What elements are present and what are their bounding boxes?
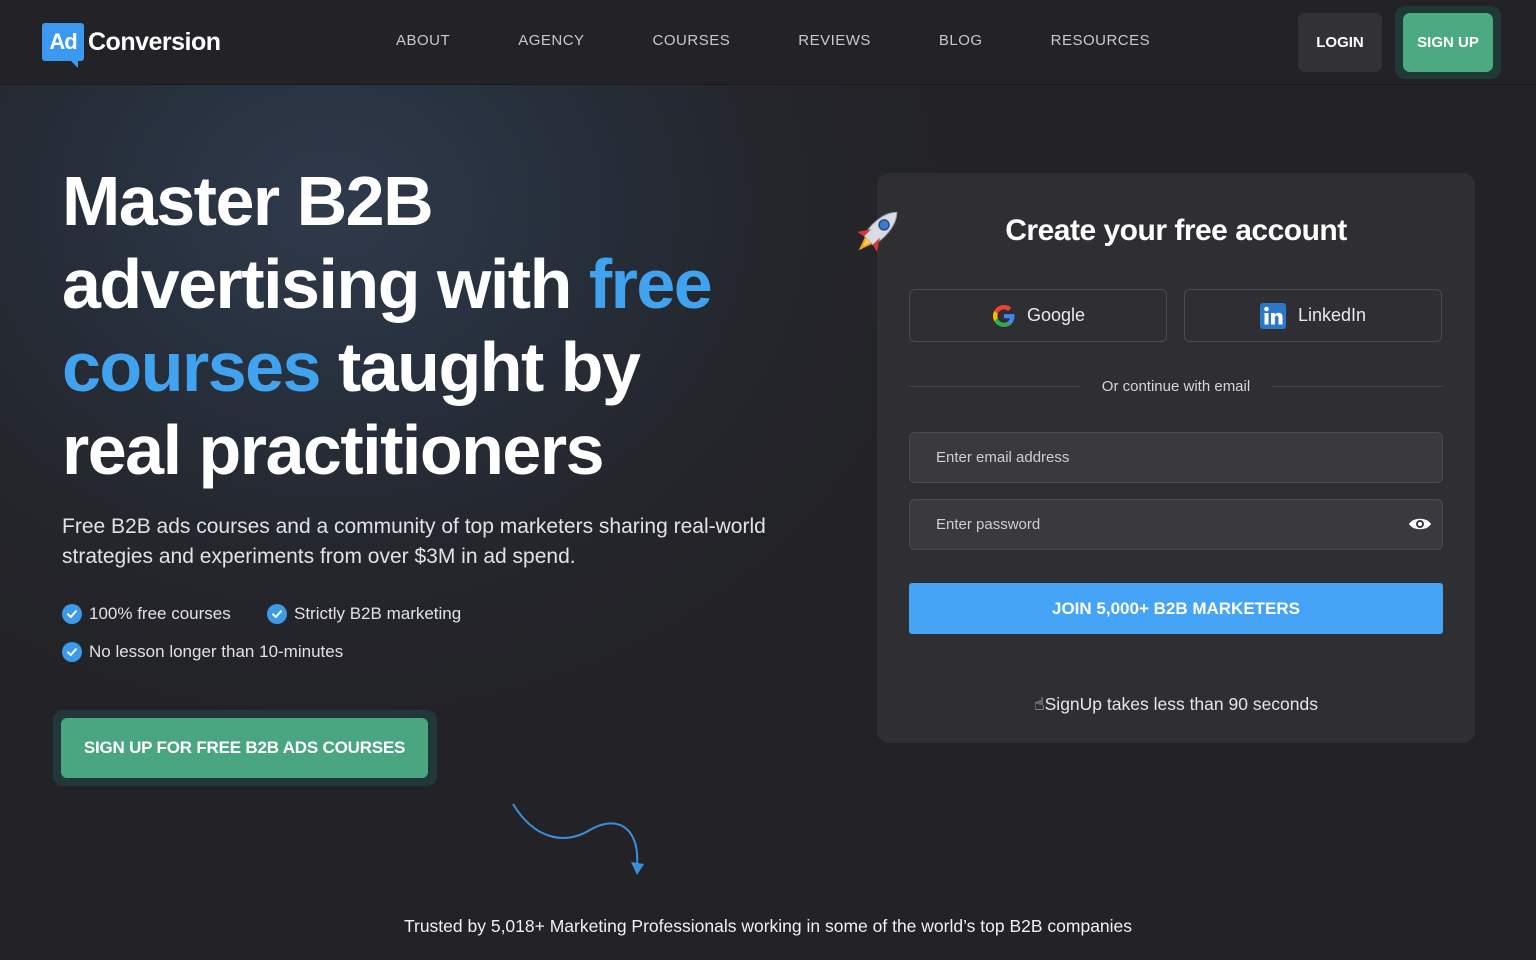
email-field[interactable] xyxy=(909,432,1443,483)
google-icon xyxy=(991,303,1017,329)
feature-label: Strictly B2B marketing xyxy=(294,604,462,623)
card-title: Create your free account xyxy=(1005,214,1347,247)
password-field[interactable] xyxy=(909,499,1443,550)
headline-line-4: real practitioners xyxy=(62,411,605,489)
nav-link-blog[interactable]: BLOG xyxy=(939,32,983,49)
feature-label: No lesson longer than 10-minutes xyxy=(89,642,344,661)
check-icon xyxy=(62,642,82,662)
eye-icon[interactable] xyxy=(1408,514,1432,539)
feature-item: Strictly B2B marketing xyxy=(267,604,461,624)
divider-text: Or continue with email xyxy=(1101,378,1251,395)
check-icon xyxy=(267,604,287,624)
curved-arrow-icon xyxy=(505,800,655,885)
join-button[interactable]: JOIN 5,000+ B2B MARKETERS xyxy=(909,583,1443,634)
nav-link-about[interactable]: ABOUT xyxy=(396,32,450,49)
headline-line-2: advertising with xyxy=(62,245,572,323)
headline-accent-free: free xyxy=(588,245,713,323)
logo-badge: Ad xyxy=(42,23,84,68)
feature-item: 100% free courses xyxy=(62,604,231,624)
logo[interactable]: Ad Conversion xyxy=(42,20,221,68)
logo-text: Conversion xyxy=(88,27,221,56)
trusted-by-text: Trusted by 5,018+ Marketing Professional… xyxy=(403,916,1133,936)
nav-links: ABOUT AGENCY COURSES REVIEWS BLOG RESOUR… xyxy=(396,32,1218,49)
linkedin-label: LinkedIn xyxy=(1297,305,1367,325)
hero-subtext: Free B2B ads courses and a community of … xyxy=(62,515,766,568)
nav-link-agency[interactable]: AGENCY xyxy=(518,32,584,49)
top-navigation: Ad Conversion ABOUT AGENCY COURSES REVIE… xyxy=(0,0,1536,85)
linkedin-icon xyxy=(1259,302,1286,329)
headline-accent-courses: courses xyxy=(62,328,321,406)
feature-item: No lesson longer than 10-minutes xyxy=(62,642,343,662)
nav-link-reviews[interactable]: REVIEWS xyxy=(798,32,871,49)
login-button[interactable]: LOGIN xyxy=(1298,13,1382,72)
signup-courses-button[interactable]: SIGN UP FOR FREE B2B ADS COURSES xyxy=(61,718,428,778)
linkedin-signup-button[interactable]: LinkedIn xyxy=(1184,289,1442,342)
nav-link-courses[interactable]: COURSES xyxy=(653,32,731,49)
signup-time-note: ☝SignUp takes less than 90 seconds xyxy=(1033,694,1319,714)
feature-label: 100% free courses xyxy=(89,604,231,623)
google-signup-button[interactable]: Google xyxy=(909,289,1167,342)
headline-line-3: taught by xyxy=(337,328,641,406)
google-label: Google xyxy=(1026,305,1086,325)
headline-line-1: Master B2B xyxy=(62,162,434,240)
hero-headline: Master B2B advertising with free courses… xyxy=(62,160,782,492)
check-icon xyxy=(62,604,82,624)
nav-link-resources[interactable]: RESOURCES xyxy=(1051,32,1151,49)
signup-button[interactable]: SIGN UP xyxy=(1403,13,1493,72)
